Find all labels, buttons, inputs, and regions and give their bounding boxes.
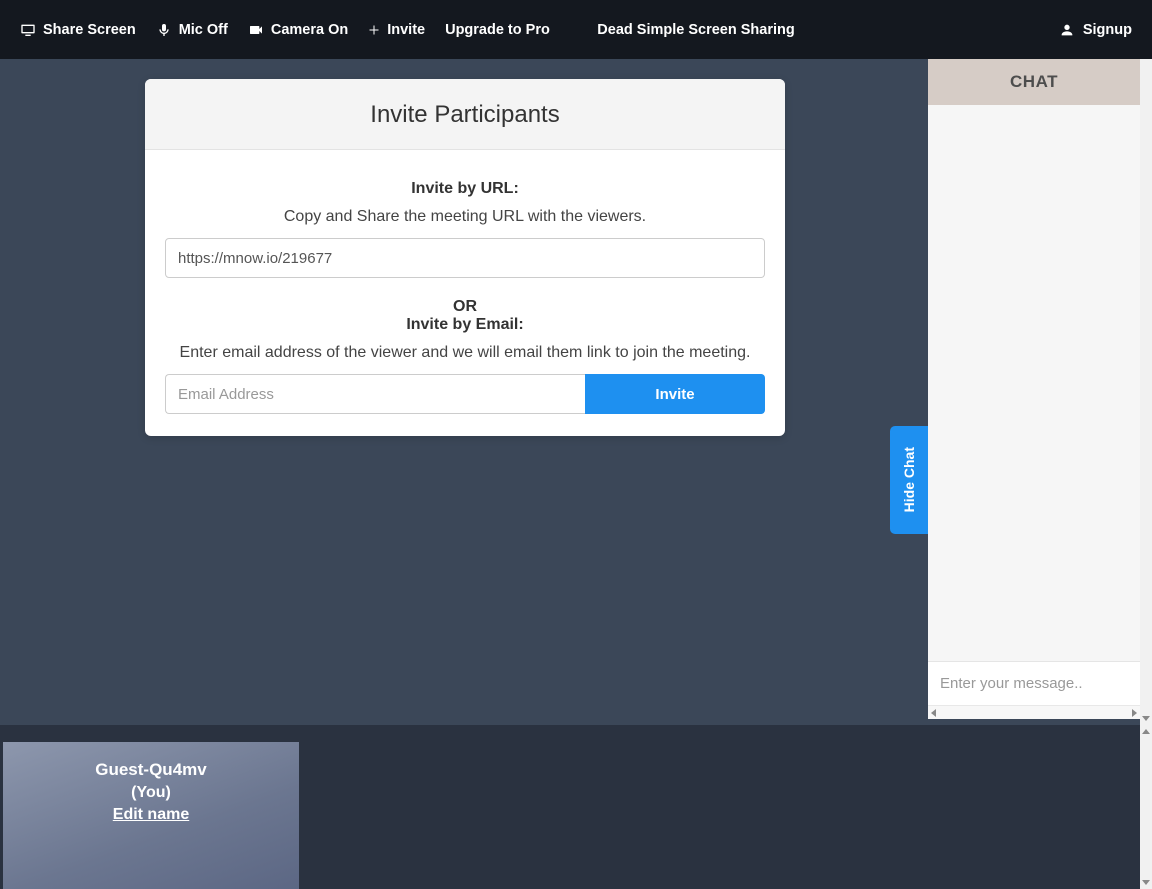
participant-name: Guest-Qu4mv [3, 760, 299, 780]
mic-icon [156, 22, 172, 38]
participant-tile-self[interactable]: Guest-Qu4mv (You) Edit name [3, 742, 299, 889]
mic-toggle-button[interactable]: Mic Off [156, 22, 228, 38]
signup-label: Signup [1083, 22, 1132, 38]
invite-url-title: Invite by URL: [165, 180, 765, 198]
monitor-icon [20, 22, 36, 38]
edit-name-link[interactable]: Edit name [113, 806, 189, 824]
invite-modal-title: Invite Participants [145, 79, 785, 150]
invite-url-desc: Copy and Share the meeting URL with the … [165, 208, 765, 226]
camera-icon [248, 22, 264, 38]
invite-email-title: Invite by Email: [165, 316, 765, 334]
participant-you-label: (You) [3, 784, 299, 802]
top-toolbar: Share Screen Mic Off Camera On Invite Up… [0, 0, 1152, 59]
hide-chat-label: Hide Chat [901, 447, 917, 512]
user-icon [1059, 22, 1075, 38]
email-field[interactable] [165, 374, 585, 414]
hide-chat-toggle[interactable]: Hide Chat [890, 426, 928, 534]
main-vertical-scrollbar[interactable] [1140, 59, 1152, 725]
or-divider: OR [165, 298, 765, 316]
signup-button[interactable]: Signup [1059, 22, 1132, 38]
bottom-vertical-scrollbar[interactable] [1140, 725, 1152, 889]
upgrade-link[interactable]: Upgrade to Pro [445, 22, 550, 38]
brand-title: Dead Simple Screen Sharing [597, 22, 794, 38]
camera-toggle-button[interactable]: Camera On [248, 22, 348, 38]
mic-label: Mic Off [179, 22, 228, 38]
meeting-url-input[interactable] [165, 238, 765, 278]
invite-modal: Invite Participants Invite by URL: Copy … [145, 79, 785, 436]
participants-strip: Guest-Qu4mv (You) Edit name [0, 725, 1140, 889]
chat-horizontal-scrollbar[interactable] [928, 705, 1140, 719]
plus-icon [368, 24, 380, 36]
chat-messages-area[interactable] [928, 105, 1140, 661]
invite-email-desc: Enter email address of the viewer and we… [165, 344, 765, 362]
chat-header: CHAT [928, 59, 1140, 105]
invite-label: Invite [387, 22, 425, 38]
share-screen-label: Share Screen [43, 22, 136, 38]
camera-label: Camera On [271, 22, 348, 38]
send-invite-button[interactable]: Invite [585, 374, 765, 414]
invite-button[interactable]: Invite [368, 22, 425, 38]
chat-panel: CHAT [928, 59, 1140, 719]
upgrade-label: Upgrade to Pro [445, 22, 550, 38]
share-screen-button[interactable]: Share Screen [20, 22, 136, 38]
chat-message-input[interactable] [928, 662, 1140, 705]
